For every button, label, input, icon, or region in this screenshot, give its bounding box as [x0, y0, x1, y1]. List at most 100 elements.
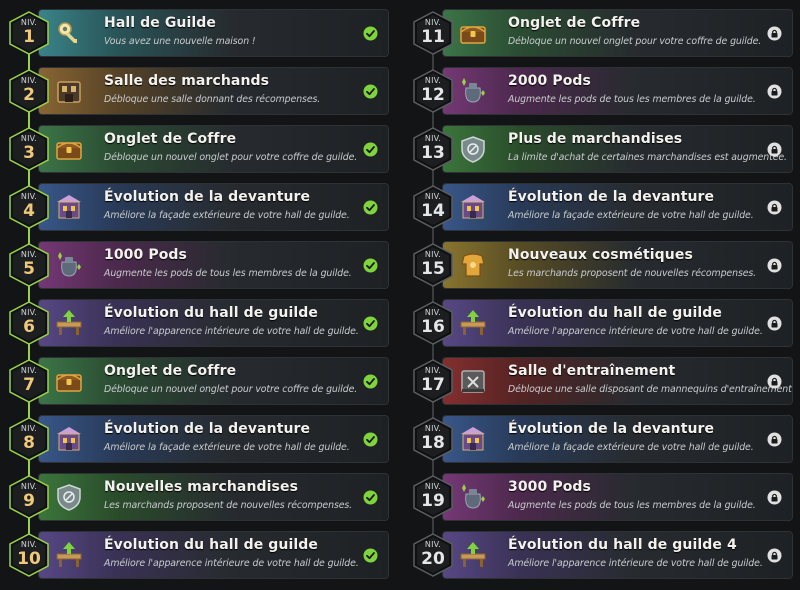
- level-description: La limite d'achat de certaines marchandi…: [508, 152, 787, 163]
- level-card[interactable]: Hall de Guilde Vous avez une nouvelle ma…: [38, 9, 389, 57]
- level-row-11[interactable]: Onglet de Coffre Débloque un nouvel ongl…: [410, 9, 793, 57]
- lock-icon: [767, 316, 782, 331]
- checkmark-icon: [363, 84, 378, 99]
- level-description: Les marchands proposent de nouvelles réc…: [508, 268, 757, 279]
- level-row-20[interactable]: Évolution du hall de guilde 4 Améliore l…: [410, 531, 793, 579]
- level-prefix: NIV.: [20, 76, 38, 85]
- level-row-3[interactable]: Onglet de Coffre Débloque un nouvel ongl…: [6, 125, 389, 173]
- level-description: Améliore l'apparence intérieure de votre…: [508, 326, 763, 337]
- pods-bag-icon: [455, 479, 491, 515]
- level-row-2[interactable]: Salle des marchands Débloque une salle d…: [6, 67, 389, 115]
- level-prefix: NIV.: [20, 482, 38, 491]
- level-number: 2: [23, 85, 35, 105]
- level-card[interactable]: Nouveaux cosmétiques Les marchands propo…: [442, 241, 793, 289]
- guild-desk-icon: [51, 305, 87, 341]
- level-prefix: NIV.: [424, 424, 442, 433]
- level-card[interactable]: Évolution de la devanture Améliore la fa…: [38, 183, 389, 231]
- level-prefix: NIV.: [20, 192, 38, 201]
- level-number: 17: [421, 375, 445, 395]
- level-number: 7: [23, 375, 35, 395]
- level-row-10[interactable]: Évolution du hall de guilde Améliore l'a…: [6, 531, 389, 579]
- level-prefix: NIV.: [424, 366, 442, 375]
- level-title: Onglet de Coffre: [104, 363, 237, 379]
- level-card[interactable]: 1000 Pods Augmente les pods de tous les …: [38, 241, 389, 289]
- level-card[interactable]: Évolution du hall de guilde Améliore l'a…: [38, 531, 389, 579]
- level-card[interactable]: Évolution du hall de guilde Améliore l'a…: [442, 299, 793, 347]
- level-description: Vous avez une nouvelle maison !: [104, 36, 256, 47]
- checkmark-icon: [363, 26, 378, 41]
- level-title: Évolution de la devanture: [508, 421, 715, 437]
- level-prefix: NIV.: [20, 134, 38, 143]
- level-number: 6: [23, 317, 35, 337]
- level-badge: NIV. 12: [412, 69, 454, 113]
- level-title: Évolution de la devanture: [104, 189, 311, 205]
- level-number: 14: [421, 201, 445, 221]
- level-badge: NIV. 8: [8, 417, 50, 461]
- level-row-8[interactable]: Évolution de la devanture Améliore la fa…: [6, 415, 389, 463]
- level-badge: NIV. 11: [412, 11, 454, 55]
- level-title: Évolution du hall de guilde 4: [508, 537, 737, 553]
- level-row-9[interactable]: Nouvelles marchandises Les marchands pro…: [6, 473, 389, 521]
- checkmark-icon: [363, 316, 378, 331]
- level-title: Salle des marchands: [104, 73, 270, 89]
- checkmark-icon: [363, 490, 378, 505]
- level-row-1[interactable]: Hall de Guilde Vous avez une nouvelle ma…: [6, 9, 389, 57]
- level-number: 16: [421, 317, 445, 337]
- level-card[interactable]: Évolution du hall de guilde Améliore l'a…: [38, 299, 389, 347]
- checkmark-icon: [363, 432, 378, 447]
- lock-icon: [767, 490, 782, 505]
- level-card[interactable]: Plus de marchandises La limite d'achat d…: [442, 125, 793, 173]
- level-description: Débloque un nouvel onglet pour votre cof…: [508, 36, 762, 47]
- level-row-14[interactable]: Évolution de la devanture Améliore la fa…: [410, 183, 793, 231]
- level-title: Nouvelles marchandises: [104, 479, 299, 495]
- level-badge: NIV. 15: [412, 243, 454, 287]
- level-number: 18: [421, 433, 445, 453]
- level-title: Évolution de la devanture: [104, 421, 311, 437]
- lock-icon: [767, 142, 782, 157]
- level-prefix: NIV.: [424, 134, 442, 143]
- level-card[interactable]: Onglet de Coffre Débloque un nouvel ongl…: [442, 9, 793, 57]
- level-title: Évolution du hall de guilde: [104, 305, 318, 321]
- guild-desk-icon: [51, 537, 87, 573]
- level-card[interactable]: Nouvelles marchandises Les marchands pro…: [38, 473, 389, 521]
- level-row-6[interactable]: Évolution du hall de guilde Améliore l'a…: [6, 299, 389, 347]
- level-card[interactable]: 2000 Pods Augmente les pods de tous les …: [442, 67, 793, 115]
- level-prefix: NIV.: [424, 18, 442, 27]
- level-card[interactable]: 3000 Pods Augmente les pods de tous les …: [442, 473, 793, 521]
- level-badge: NIV. 13: [412, 127, 454, 171]
- card-background: [443, 68, 792, 114]
- level-description: Augmente les pods de tous les membres de…: [104, 268, 352, 279]
- level-card[interactable]: Évolution de la devanture Améliore la fa…: [442, 415, 793, 463]
- level-row-19[interactable]: 3000 Pods Augmente les pods de tous les …: [410, 473, 793, 521]
- level-row-12[interactable]: 2000 Pods Augmente les pods de tous les …: [410, 67, 793, 115]
- level-description: Améliore l'apparence intérieure de votre…: [104, 558, 359, 569]
- level-badge: NIV. 19: [412, 475, 454, 519]
- level-card[interactable]: Onglet de Coffre Débloque un nouvel ongl…: [38, 357, 389, 405]
- level-row-17[interactable]: Salle d'entraînement Débloque une salle …: [410, 357, 793, 405]
- level-card[interactable]: Évolution de la devanture Améliore la fa…: [38, 415, 389, 463]
- level-row-5[interactable]: 1000 Pods Augmente les pods de tous les …: [6, 241, 389, 289]
- level-card[interactable]: Salle des marchands Débloque une salle d…: [38, 67, 389, 115]
- card-background: [443, 474, 792, 520]
- level-row-4[interactable]: Évolution de la devanture Améliore la fa…: [6, 183, 389, 231]
- level-card[interactable]: Évolution du hall de guilde 4 Améliore l…: [442, 531, 793, 579]
- level-row-15[interactable]: Nouveaux cosmétiques Les marchands propo…: [410, 241, 793, 289]
- level-title: 2000 Pods: [508, 73, 591, 89]
- level-badge: NIV. 3: [8, 127, 50, 171]
- level-card[interactable]: Onglet de Coffre Débloque un nouvel ongl…: [38, 125, 389, 173]
- level-row-16[interactable]: Évolution du hall de guilde Améliore l'a…: [410, 299, 793, 347]
- level-row-18[interactable]: Évolution de la devanture Améliore la fa…: [410, 415, 793, 463]
- level-title: Plus de marchandises: [508, 131, 683, 147]
- level-title: Évolution du hall de guilde: [508, 305, 722, 321]
- level-badge: NIV. 17: [412, 359, 454, 403]
- merchandise-shield-icon: [455, 131, 491, 167]
- level-prefix: NIV.: [20, 366, 38, 375]
- guild-key-icon: [51, 15, 87, 51]
- locked-levels-column: Onglet de Coffre Débloque un nouvel ongl…: [410, 0, 800, 590]
- level-card[interactable]: Salle d'entraînement Débloque une salle …: [442, 357, 793, 405]
- level-row-7[interactable]: Onglet de Coffre Débloque un nouvel ongl…: [6, 357, 389, 405]
- level-description: Débloque une salle disposant de mannequi…: [508, 384, 793, 395]
- level-row-13[interactable]: Plus de marchandises La limite d'achat d…: [410, 125, 793, 173]
- level-card[interactable]: Évolution de la devanture Améliore la fa…: [442, 183, 793, 231]
- level-number: 19: [421, 491, 445, 511]
